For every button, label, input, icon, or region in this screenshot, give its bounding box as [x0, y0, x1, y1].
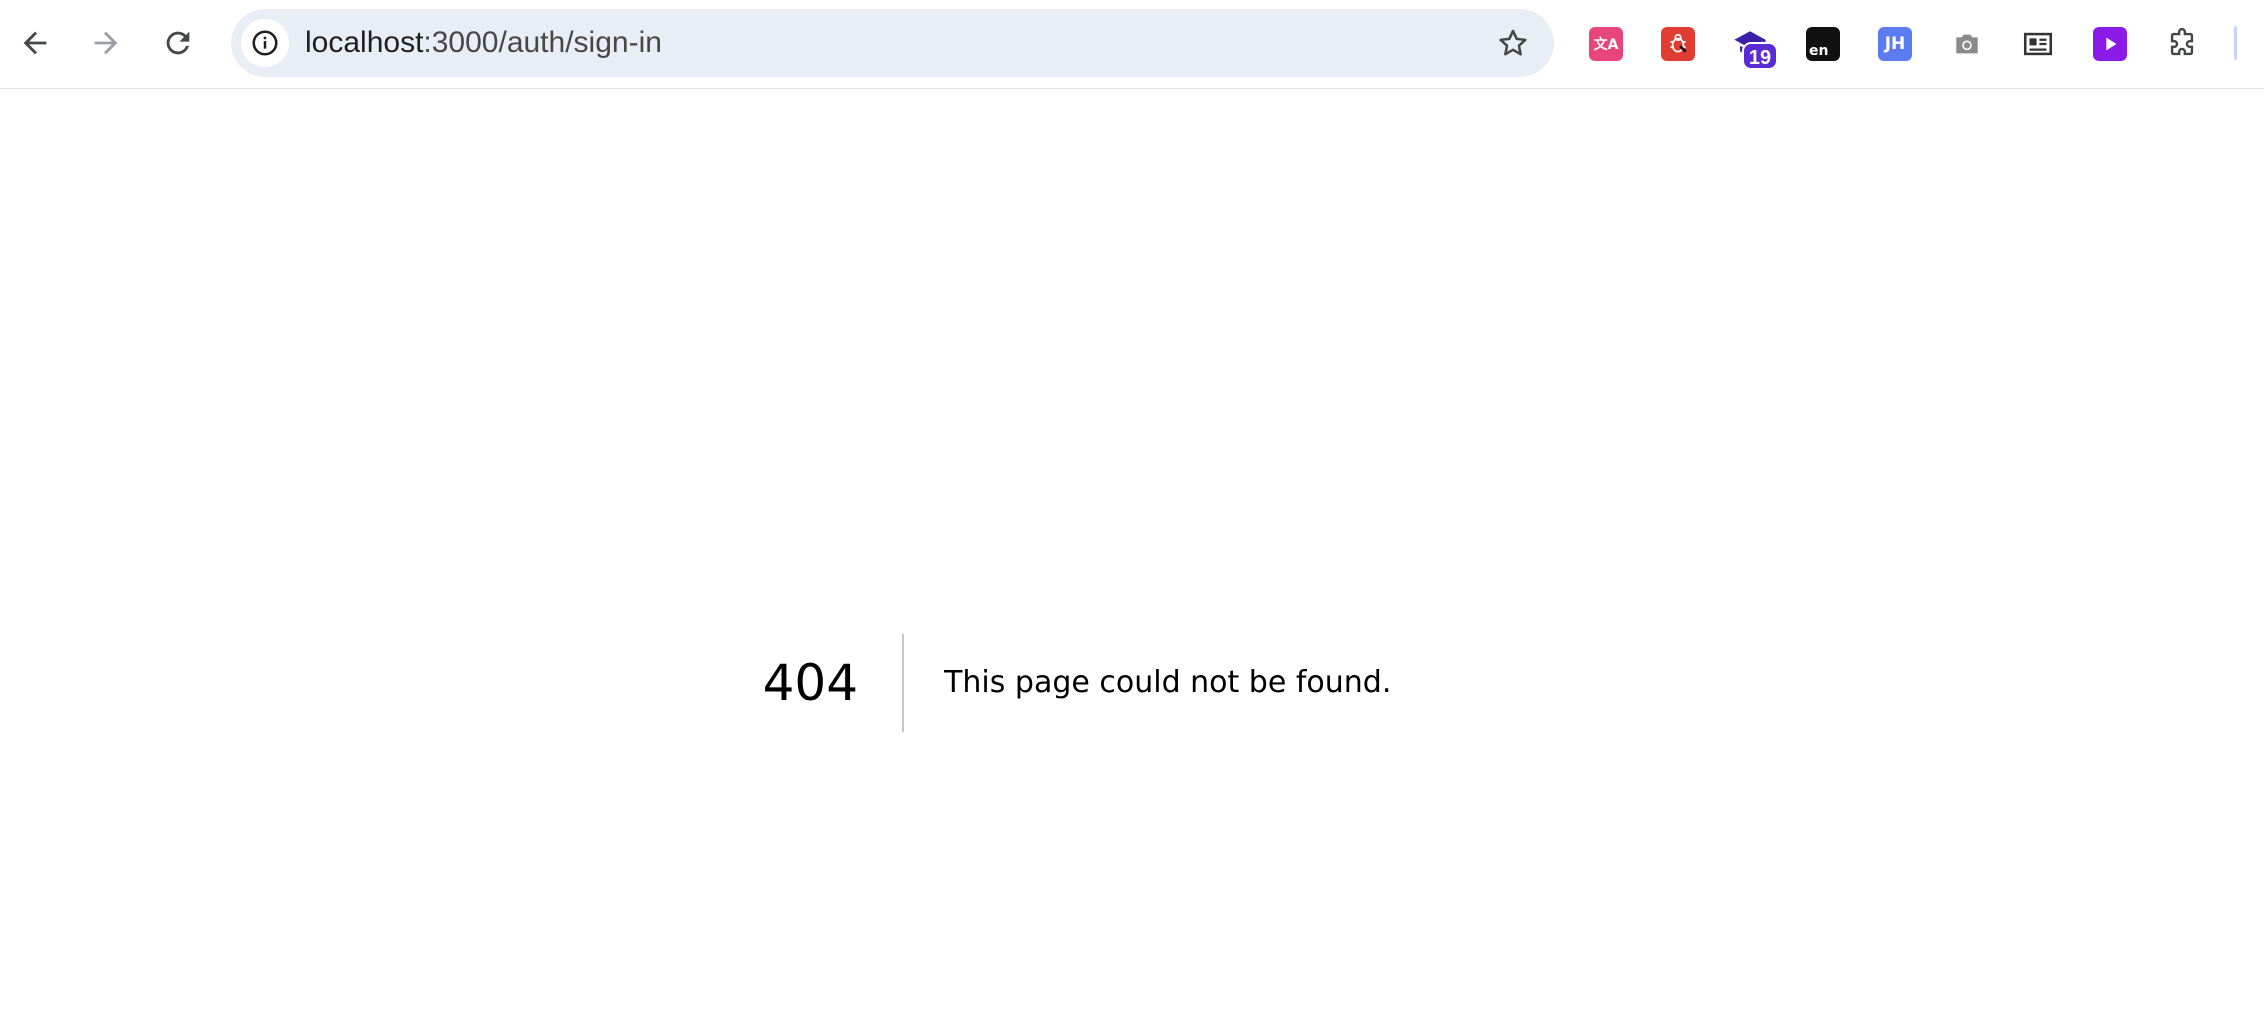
dictionary-icon: en: [1806, 27, 1840, 61]
page-content: 404 This page could not be found.: [0, 89, 2264, 1023]
forward-button[interactable]: [77, 14, 135, 72]
translate-extension-button[interactable]: 文A: [1584, 22, 1628, 66]
reader-extension-button[interactable]: [2016, 22, 2060, 66]
reload-button[interactable]: [149, 14, 207, 72]
bookmark-star-button[interactable]: [1489, 19, 1537, 67]
not-found-message: 404 This page could not be found.: [0, 634, 2209, 732]
translate-icon: 文A: [1589, 27, 1623, 61]
extensions-menu-button[interactable]: [2160, 22, 2204, 66]
info-icon: [252, 30, 278, 56]
back-button[interactable]: [6, 14, 64, 72]
toolbar-divider: [2234, 26, 2237, 60]
bug-icon: [1661, 27, 1695, 61]
camera-icon: [1950, 27, 1984, 61]
jh-icon: JH: [1878, 27, 1912, 61]
arrow-left-icon: [23, 31, 47, 55]
browser-toolbar: localhost:3000/auth/sign-in 文A 19 en JH: [0, 0, 2264, 89]
url-path: :3000/auth/sign-in: [423, 26, 662, 59]
error-code: 404: [763, 634, 905, 732]
extension-badge-count: 19: [1742, 42, 1778, 70]
star-icon: [1499, 29, 1527, 56]
puzzle-icon: [2170, 27, 2194, 56]
url-host: localhost: [305, 26, 424, 59]
play-icon: [2093, 27, 2127, 61]
reload-icon: [166, 31, 190, 55]
screenshot-extension-button[interactable]: [1945, 22, 1989, 66]
site-info-button[interactable]: [241, 19, 289, 67]
newspaper-icon: [2021, 27, 2055, 61]
url-text[interactable]: localhost:3000/auth/sign-in: [305, 9, 662, 77]
video-extension-button[interactable]: [2088, 22, 2132, 66]
arrow-right-icon: [94, 31, 118, 55]
error-message: This page could not be found.: [944, 665, 1392, 700]
bug-extension-button[interactable]: [1656, 22, 1700, 66]
dictionary-extension-button[interactable]: en: [1801, 22, 1845, 66]
address-bar[interactable]: localhost:3000/auth/sign-in: [231, 9, 1554, 77]
jh-extension-button[interactable]: JH: [1873, 22, 1917, 66]
